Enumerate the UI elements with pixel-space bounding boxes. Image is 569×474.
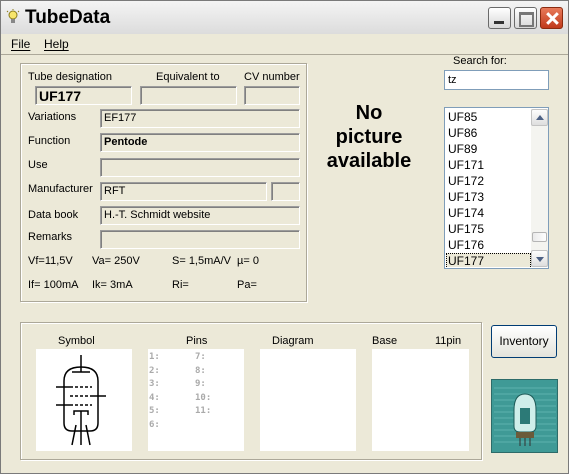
- pins-right-column: 7: 8: 9: 10: 11:: [195, 351, 211, 419]
- pin-number: 10:: [195, 392, 212, 403]
- no-picture-line-1: No: [355, 102, 383, 124]
- tube-list-items: UF85 UF86 UF89 UF171 UF172 UF173 UF174 UF175 UF1…: [446, 109, 531, 267]
- data-book-field[interactable]: H.-T. Schmidt website: [100, 206, 300, 225]
- mu-value: µ= 0: [237, 255, 259, 267]
- cv-number-label: CV number: [244, 71, 300, 83]
- pins-left-column: 1: 2: 3: 4: 5: 6:: [149, 351, 160, 432]
- menu-help[interactable]: Help: [44, 37, 69, 51]
- no-picture-text: No picture available: [321, 101, 417, 173]
- maximize-button[interactable]: [514, 7, 537, 29]
- s-value: S= 1,5mA/V: [172, 255, 232, 267]
- tube-listbox[interactable]: UF85 UF86 UF89 UF171 UF172 UF173 UF174 UF175 UF1…: [444, 107, 549, 269]
- pin-number: 5:: [149, 406, 160, 416]
- minimize-button[interactable]: [488, 7, 511, 29]
- scroll-up-arrow-icon[interactable]: [531, 109, 548, 126]
- symbol-label: Symbol: [58, 335, 95, 347]
- tube-list-item[interactable]: UF176: [446, 237, 531, 253]
- tube-list-item[interactable]: UF175: [446, 221, 531, 237]
- symbol-panel: [36, 349, 132, 451]
- tube-designation-field[interactable]: UF177: [35, 86, 132, 105]
- inventory-button[interactable]: Inventory: [491, 325, 557, 358]
- use-label: Use: [28, 159, 48, 171]
- tube-list-item[interactable]: UF172: [446, 173, 531, 189]
- pin-number: 7:: [195, 352, 206, 362]
- menu-file[interactable]: File: [11, 37, 30, 51]
- search-label: Search for:: [453, 55, 507, 67]
- base-label: Base: [372, 335, 398, 347]
- function-label: Function: [28, 135, 71, 147]
- no-picture-line-3: available: [326, 150, 412, 172]
- equivalent-field[interactable]: [140, 86, 237, 105]
- no-picture-line-2: picture: [335, 126, 403, 148]
- pin-number: 8:: [195, 365, 206, 376]
- manufacturer-label: Manufacturer: [28, 183, 93, 195]
- lightbulb-icon: [6, 9, 20, 23]
- tube-list-item[interactable]: UF85: [446, 109, 531, 125]
- pin-number: 4:: [149, 392, 160, 403]
- pins-label: Pins: [186, 335, 208, 347]
- base-value: 11pin: [435, 335, 462, 347]
- manufacturer-extra-field[interactable]: [271, 182, 300, 201]
- pentode-symbol-icon: [56, 355, 106, 446]
- manufacturer-field[interactable]: RFT: [100, 182, 267, 201]
- close-button[interactable]: [540, 7, 563, 29]
- use-field[interactable]: [100, 158, 300, 177]
- search-input[interactable]: tz: [444, 70, 549, 90]
- tube-list-item[interactable]: UF173: [446, 189, 531, 205]
- window-title: TubeData: [25, 7, 111, 28]
- tube-list-item[interactable]: UF89: [446, 141, 531, 157]
- tubedata-window: TubeData File Help Tube designation Equi…: [0, 0, 569, 474]
- variations-label: Variations: [28, 111, 77, 123]
- base-panel: [372, 349, 469, 451]
- pin-number: 1:: [149, 352, 160, 362]
- scroll-down-arrow-icon[interactable]: [531, 250, 548, 267]
- pin-number: 2:: [149, 365, 160, 376]
- if-value: If= 100mA: [28, 279, 79, 291]
- pin-number: 9:: [195, 379, 206, 389]
- title-bar[interactable]: TubeData: [1, 1, 568, 34]
- data-book-label: Data book: [28, 209, 79, 221]
- cv-number-field[interactable]: [244, 86, 300, 105]
- variations-field[interactable]: EF177: [100, 109, 300, 128]
- menu-bar: File Help: [1, 35, 568, 53]
- app-logo: [491, 379, 558, 453]
- list-scrollbar[interactable]: [531, 109, 548, 267]
- va-value: Va= 250V: [92, 255, 140, 267]
- ik-value: Ik= 3mA: [92, 279, 133, 291]
- vf-value: Vf=11,5V: [28, 255, 73, 267]
- pins-panel: 1: 2: 3: 4: 5: 6: 7: 8: 9: 10: 11:: [148, 349, 244, 451]
- tube-list-item[interactable]: UF174: [446, 205, 531, 221]
- pin-number: 6:: [149, 419, 160, 430]
- tube-list-item[interactable]: UF177: [446, 253, 531, 267]
- ri-value: Ri=: [172, 279, 189, 291]
- remarks-label: Remarks: [28, 231, 73, 243]
- pin-number: 11:: [195, 406, 212, 416]
- tube-list-item[interactable]: UF171: [446, 157, 531, 173]
- pin-number: 3:: [149, 379, 160, 389]
- tube-logo-icon: [492, 380, 557, 452]
- remarks-field[interactable]: [100, 230, 300, 249]
- equivalent-label: Equivalent to: [156, 71, 220, 83]
- pa-value: Pa=: [237, 279, 257, 291]
- function-field[interactable]: Pentode: [100, 133, 300, 152]
- tube-list-item[interactable]: UF86: [446, 125, 531, 141]
- scroll-thumb[interactable]: [532, 232, 547, 242]
- diagram-label: Diagram: [272, 335, 314, 347]
- diagram-panel: [260, 349, 356, 451]
- tube-designation-label: Tube designation: [28, 71, 112, 83]
